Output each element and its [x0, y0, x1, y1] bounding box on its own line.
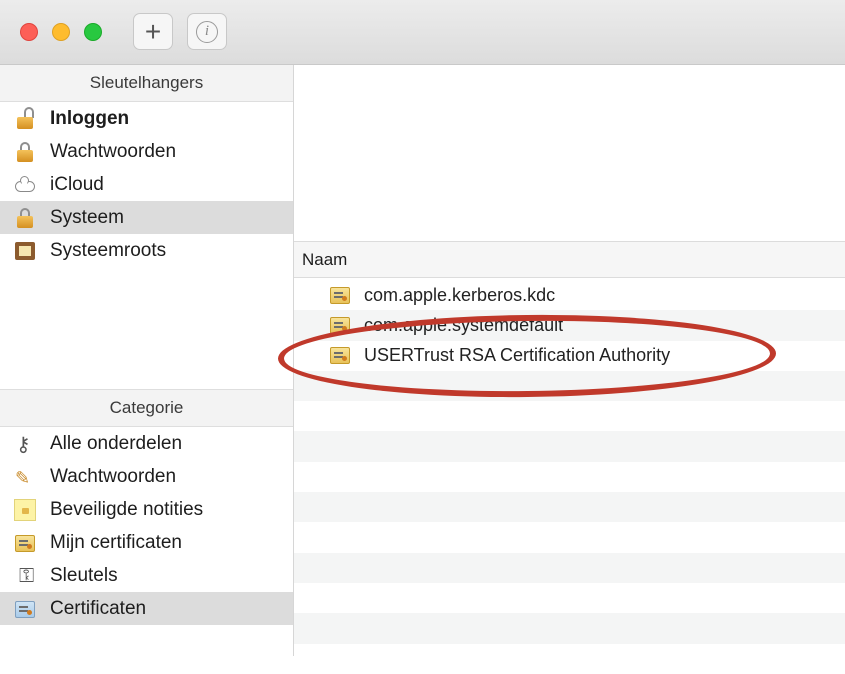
minimize-window-button[interactable]: [52, 23, 70, 41]
cloud-icon: [14, 174, 36, 196]
key-icon: ⚿: [19, 564, 35, 587]
certificate-icon: [14, 532, 36, 554]
secure-note-icon: [14, 498, 36, 521]
sidebar-item-alle-onderdelen[interactable]: ⚷ Alle onderdelen: [0, 427, 293, 460]
sidebar-item-label: Beveiligde notities: [50, 498, 204, 520]
sidebar-item-systeemroots[interactable]: Systeemroots: [0, 234, 293, 267]
keychains-header: Sleutelhangers: [0, 65, 293, 102]
title-bar: + i: [0, 0, 845, 65]
empty-row: [294, 583, 845, 613]
empty-row: [294, 644, 845, 674]
sidebar: Sleutelhangers Inloggen Wachtwoorden iCl…: [0, 65, 294, 656]
list-item[interactable]: com.apple.kerberos.kdc: [294, 280, 845, 310]
certificate-icon: [14, 598, 36, 620]
sidebar-item-label: Certificaten: [50, 597, 147, 619]
open-lock-icon: [14, 106, 36, 130]
sidebar-item-beveiligde-notities[interactable]: Beveiligde notities: [0, 493, 293, 526]
sidebar-item-inloggen[interactable]: Inloggen: [0, 102, 293, 135]
sidebar-item-label: Alle onderdelen: [50, 432, 183, 454]
keys-icon: ⚷: [16, 433, 31, 456]
pen-icon: ✎: [15, 467, 31, 488]
sidebar-item-label: Sleutels: [50, 564, 118, 586]
sidebar-item-label: Systeemroots: [50, 239, 167, 261]
zoom-window-button[interactable]: [84, 23, 102, 41]
sidebar-item-label: iCloud: [50, 173, 104, 195]
empty-row: [294, 522, 845, 552]
sidebar-item-mijn-certificaten[interactable]: Mijn certificaten: [0, 526, 293, 559]
lock-icon: [14, 141, 36, 163]
sidebar-item-wachtwoorden[interactable]: Wachtwoorden: [0, 135, 293, 168]
sidebar-item-label: Mijn certificaten: [50, 531, 182, 553]
lock-icon: [14, 207, 36, 229]
empty-row: [294, 431, 845, 462]
sidebar-item-label: Wachtwoorden: [50, 465, 177, 487]
sidebar-item-sleutels[interactable]: ⚿ Sleutels: [0, 559, 293, 592]
add-item-button[interactable]: +: [133, 13, 173, 50]
sidebar-item-icloud[interactable]: iCloud: [0, 168, 293, 201]
categories-header: Categorie: [0, 389, 293, 427]
sidebar-item-label: Inloggen: [50, 107, 130, 129]
sidebar-item-certificaten[interactable]: Certificaten: [0, 592, 293, 625]
list-item-name: com.apple.kerberos.kdc: [364, 284, 556, 305]
column-header-name[interactable]: Naam: [294, 241, 845, 278]
info-icon: i: [196, 20, 218, 43]
sidebar-item-label: Wachtwoorden: [50, 140, 177, 162]
plus-icon: +: [144, 15, 162, 47]
column-header-label: Naam: [302, 249, 348, 269]
sidebar-item-systeem[interactable]: Systeem: [0, 201, 293, 234]
empty-row: [294, 401, 845, 431]
empty-row: [294, 462, 845, 492]
sidebar-item-label: Systeem: [50, 206, 124, 228]
certificate-icon: [330, 286, 350, 304]
empty-row: [294, 492, 845, 523]
cabinet-icon: [14, 240, 36, 262]
empty-row: [294, 552, 845, 583]
close-window-button[interactable]: [20, 23, 38, 41]
empty-row: [294, 613, 845, 644]
info-button[interactable]: i: [187, 13, 227, 50]
sidebar-item-wachtwoorden-category[interactable]: ✎ Wachtwoorden: [0, 460, 293, 493]
